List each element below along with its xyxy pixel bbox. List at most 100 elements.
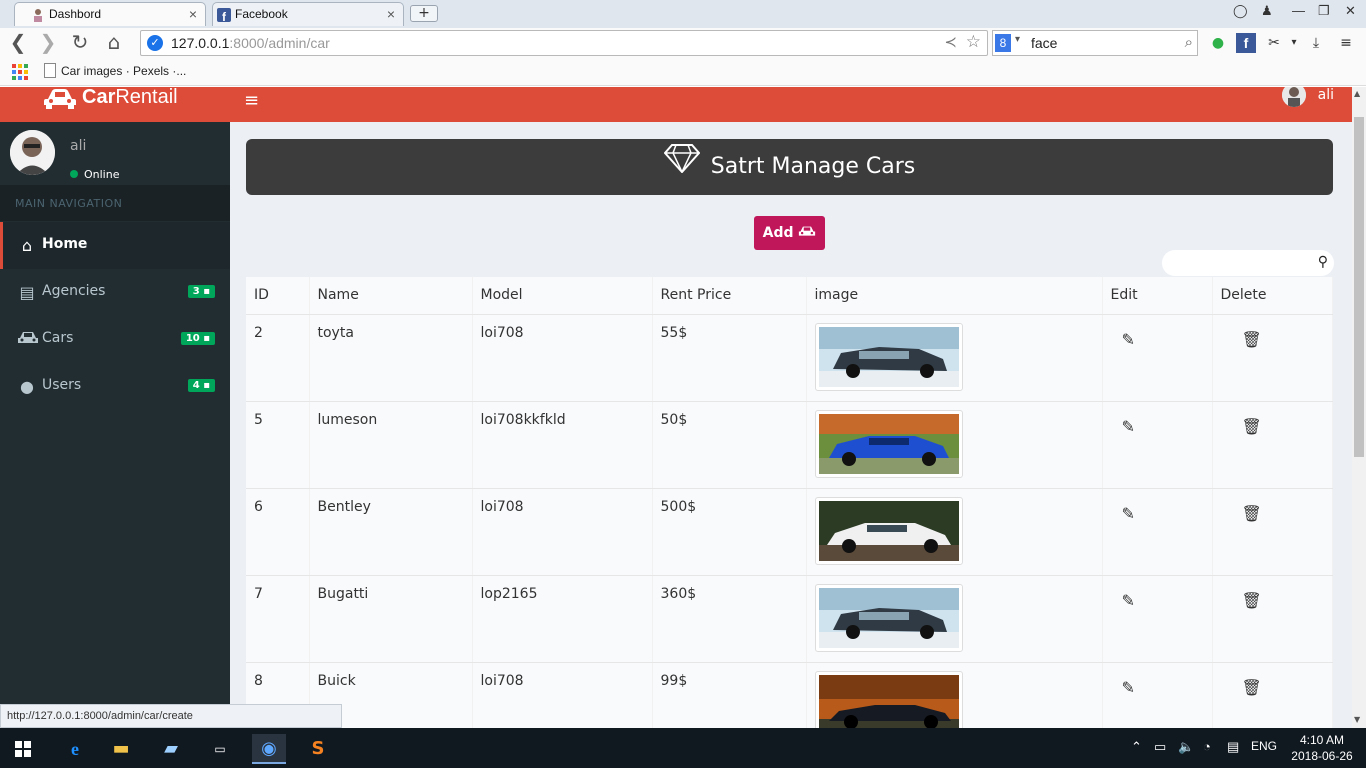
sidebar: ali Online MAIN NAVIGATION ⌂ Home ▤ Agen… — [0, 122, 230, 728]
browser-tab-bar: Dashbord × f Facebook × + ◯ ♟ — ❐ ✕ — [0, 0, 1366, 28]
address-bar[interactable]: ✓ 127.0.0.1:8000/admin/car ≺ ☆ — [140, 30, 988, 56]
facebook-ext-icon[interactable]: f — [1236, 33, 1256, 53]
sublime-icon[interactable]: S — [301, 734, 335, 764]
minimize-icon[interactable]: — — [1292, 3, 1305, 18]
user-status: Online — [70, 168, 119, 181]
nav-header: MAIN NAVIGATION — [0, 185, 230, 221]
link-status-bar: http://127.0.0.1:8000/admin/car/create — [0, 704, 342, 728]
cell-edit: ✎ — [1102, 488, 1213, 576]
user-menu-name[interactable]: ali — [1318, 87, 1334, 103]
share-icon[interactable]: ≺ — [944, 33, 957, 51]
back-icon[interactable]: ❮ — [6, 31, 30, 55]
chat-icon[interactable]: ◯ — [1233, 3, 1248, 19]
search-input[interactable] — [1172, 253, 1312, 273]
cell-image — [806, 401, 1103, 489]
car-image-dark-suv — [814, 322, 963, 391]
main-content: Satrt Manage Cars Add ⚲ ID Name Model Re… — [230, 122, 1352, 728]
page-icon — [44, 63, 56, 78]
tray-chevron-up-icon[interactable]: ⌃ — [1131, 739, 1142, 755]
trash-icon[interactable]: 🗑 — [1242, 678, 1325, 697]
add-car-button[interactable]: Add — [754, 216, 825, 250]
volume-icon[interactable]: 🔈 — [1178, 739, 1194, 755]
restore-icon[interactable]: ❐ — [1318, 3, 1330, 19]
car-image-black-roadster — [814, 670, 963, 728]
cell-name: Bentley — [309, 488, 473, 576]
bookmark-car-images[interactable]: Car images · Pexels ·... — [61, 64, 186, 78]
sidebar-item-agencies[interactable]: ▤ Agencies 3 ▪ — [0, 269, 230, 316]
whatsapp-icon[interactable]: ● — [1208, 33, 1228, 53]
cell-edit: ✎ — [1102, 314, 1213, 402]
search-icon[interactable]: ⌕ — [1185, 33, 1193, 51]
forward-icon[interactable]: ❯ — [36, 31, 60, 55]
battery-icon[interactable]: ▭ — [1154, 739, 1166, 755]
trash-icon[interactable]: 🗑 — [1242, 591, 1325, 610]
sidebar-item-home[interactable]: ⌂ Home — [0, 222, 230, 269]
column-header: ID — [246, 277, 310, 315]
diamond-icon — [663, 139, 701, 195]
cell-delete: 🗑 — [1212, 662, 1333, 728]
edit-icon[interactable]: ✎ — [1122, 678, 1204, 697]
avatar — [10, 130, 55, 175]
browser-taskbar-icon[interactable]: ◉ — [252, 734, 286, 764]
file-explorer-icon[interactable]: ▬ — [104, 734, 138, 764]
scroll-up-icon[interactable]: ▲ — [1354, 89, 1360, 98]
scroll-down-icon[interactable]: ▼ — [1354, 715, 1360, 724]
menu-icon[interactable]: ≡ — [1336, 33, 1356, 53]
cell-name: Bugatti — [309, 575, 473, 663]
edit-icon[interactable]: ✎ — [1122, 591, 1204, 610]
chevron-down-icon[interactable]: ▾ — [1015, 34, 1020, 45]
home-browser-icon[interactable]: ⌂ — [102, 31, 126, 55]
edge-icon[interactable]: e — [58, 734, 92, 764]
close-tab-icon[interactable]: × — [189, 6, 197, 22]
new-tab-button[interactable]: + — [410, 5, 438, 22]
trash-icon[interactable]: 🗑 — [1242, 330, 1325, 349]
apps-grid-icon[interactable] — [12, 64, 28, 80]
browser-toolbar: ❮ ❯ ↻ ⌂ ✓ 127.0.0.1:8000/admin/car ≺ ☆ 8… — [0, 28, 1366, 58]
sidebar-item-users[interactable]: ● Users 4 ▪ — [0, 363, 230, 410]
edit-icon[interactable]: ✎ — [1122, 330, 1204, 349]
close-window-icon[interactable]: ✕ — [1345, 3, 1356, 19]
car-image-dark-suv — [814, 583, 963, 652]
url-text: 127.0.0.1:8000/admin/car — [171, 35, 330, 51]
windows-start-icon[interactable] — [6, 734, 40, 764]
avatar[interactable] — [1282, 87, 1306, 107]
edit-icon[interactable]: ✎ — [1122, 417, 1204, 436]
close-tab-icon[interactable]: × — [387, 6, 395, 22]
sidebar-item-label: Agencies — [42, 283, 106, 299]
notification-icon[interactable]: ▤ — [1227, 739, 1239, 755]
profile-icon[interactable]: ♟ — [1261, 3, 1273, 19]
cell-id: 2 — [246, 314, 310, 402]
sidebar-item-label: Users — [42, 377, 82, 393]
edit-icon[interactable]: ✎ — [1122, 504, 1204, 523]
wifi-icon[interactable]: ◔ — [1203, 739, 1211, 754]
trash-icon[interactable]: 🗑 — [1242, 417, 1325, 436]
tab-dashbord[interactable]: Dashbord × — [14, 2, 206, 26]
reload-icon[interactable]: ↻ — [68, 31, 92, 55]
facebook-favicon-icon: f — [217, 8, 231, 24]
search-engine-box[interactable]: 8 ▾ face ⌕ — [992, 30, 1198, 56]
trash-icon[interactable]: 🗑 — [1242, 504, 1325, 523]
tab-facebook[interactable]: f Facebook × — [212, 2, 404, 26]
terminal-icon[interactable]: ▭ — [203, 734, 237, 764]
cell-name: lumeson — [309, 401, 473, 489]
download-icon[interactable]: ⤓ — [1306, 33, 1326, 53]
cell-model: loi708 — [472, 662, 653, 728]
bookmark-star-icon[interactable]: ☆ — [966, 32, 981, 52]
car-image-white-sedan — [814, 496, 963, 565]
secure-check-icon: ✓ — [147, 35, 163, 51]
language-indicator[interactable]: ENG — [1251, 739, 1277, 753]
sidebar-item-label: Home — [42, 236, 88, 252]
system-clock[interactable]: 4:10 AM 2018-06-26 — [1290, 732, 1354, 764]
brand-logo[interactable]: CarRentail — [0, 87, 230, 122]
table-search[interactable]: ⚲ — [1162, 250, 1334, 276]
scissors-icon[interactable]: ✂ — [1264, 33, 1284, 53]
chevron-down-icon[interactable]: ▾ — [1284, 33, 1304, 53]
sidebar-item-cars[interactable]: Cars 10 ▪ — [0, 316, 230, 363]
page-scrollbar[interactable]: ▲ ▼ — [1352, 87, 1366, 728]
notepad-icon[interactable]: ▰ — [154, 734, 188, 764]
sidebar-toggle-icon[interactable]: ≡ — [244, 90, 259, 111]
cell-price: 360$ — [652, 575, 807, 663]
cell-price: 55$ — [652, 314, 807, 402]
search-icon[interactable]: ⚲ — [1318, 254, 1328, 270]
scrollbar-thumb[interactable] — [1354, 117, 1364, 457]
